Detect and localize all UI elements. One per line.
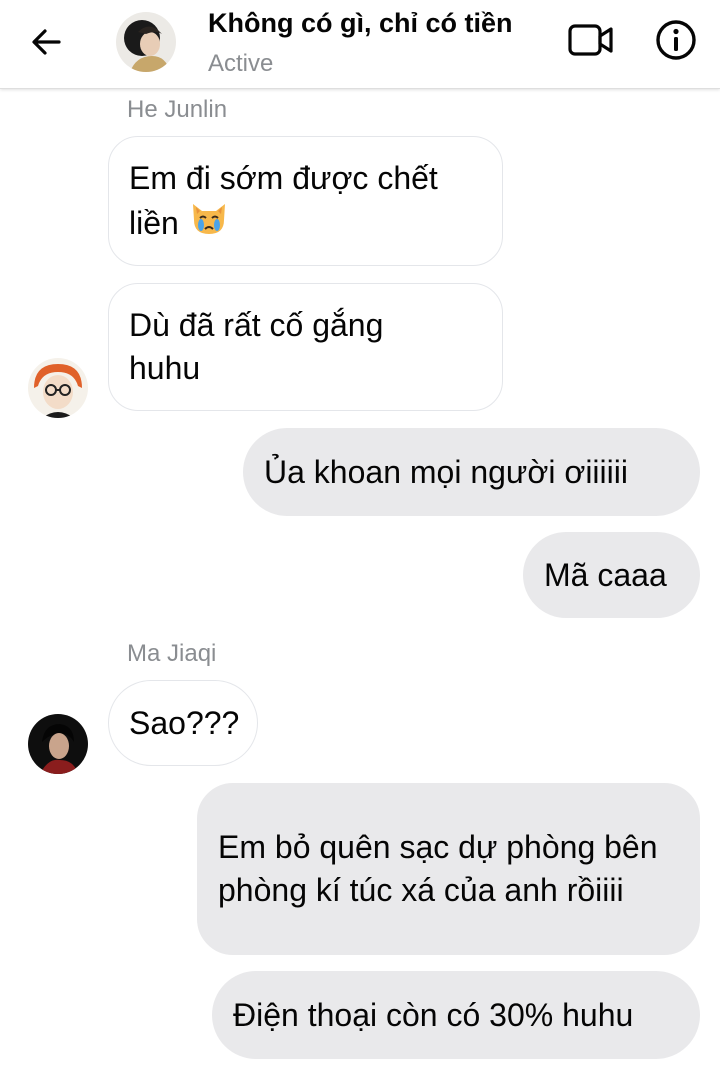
sender-avatar[interactable] [28, 714, 88, 774]
message-bubble-incoming[interactable]: Em đi sớm được chết liền [108, 136, 503, 266]
video-call-button[interactable] [566, 18, 616, 62]
video-call-icon [568, 24, 613, 56]
message-text: Sao??? [129, 704, 240, 741]
sender-avatar[interactable] [28, 358, 88, 418]
sender-name: He Junlin [127, 96, 228, 123]
message-text: Điện thoại còn có 30% huhu [233, 996, 634, 1033]
message-bubble-outgoing[interactable]: Ủa khoan mọi người ơiiiiii [243, 428, 700, 516]
back-arrow-icon [32, 29, 61, 55]
message-text: Em bỏ quên sạc dự phòng bên phòng kí túc… [218, 829, 658, 908]
message-text: Dù đã rất cố gắng huhu [129, 307, 384, 386]
sender-name: Ma Jiaqi [127, 640, 217, 667]
active-status: Active [208, 50, 274, 77]
message-bubble-incoming[interactable]: Dù đã rất cố gắng huhu [108, 283, 503, 411]
crying-cat-face-icon [192, 204, 225, 234]
message-bubble-incoming[interactable]: Sao??? [108, 680, 258, 766]
message-bubble-outgoing[interactable]: Mã caaa [523, 532, 700, 618]
conversation-avatar[interactable] [116, 12, 176, 72]
info-button[interactable] [652, 16, 700, 64]
message-bubble-outgoing[interactable]: Điện thoại còn có 30% huhu [212, 971, 700, 1059]
chat-header: Không có gì, chỉ có tiền Active [0, 0, 720, 89]
info-icon [656, 20, 696, 60]
conversation-title: Không có gì, chỉ có tiền [208, 8, 513, 38]
back-button[interactable] [24, 20, 68, 64]
message-text: Ủa khoan mọi người ơiiiiii [264, 453, 628, 490]
message-bubble-outgoing[interactable]: Em bỏ quên sạc dự phòng bên phòng kí túc… [197, 783, 700, 955]
message-text: Em đi sớm được chết liền [129, 160, 438, 241]
message-text: Mã caaa [544, 556, 667, 593]
